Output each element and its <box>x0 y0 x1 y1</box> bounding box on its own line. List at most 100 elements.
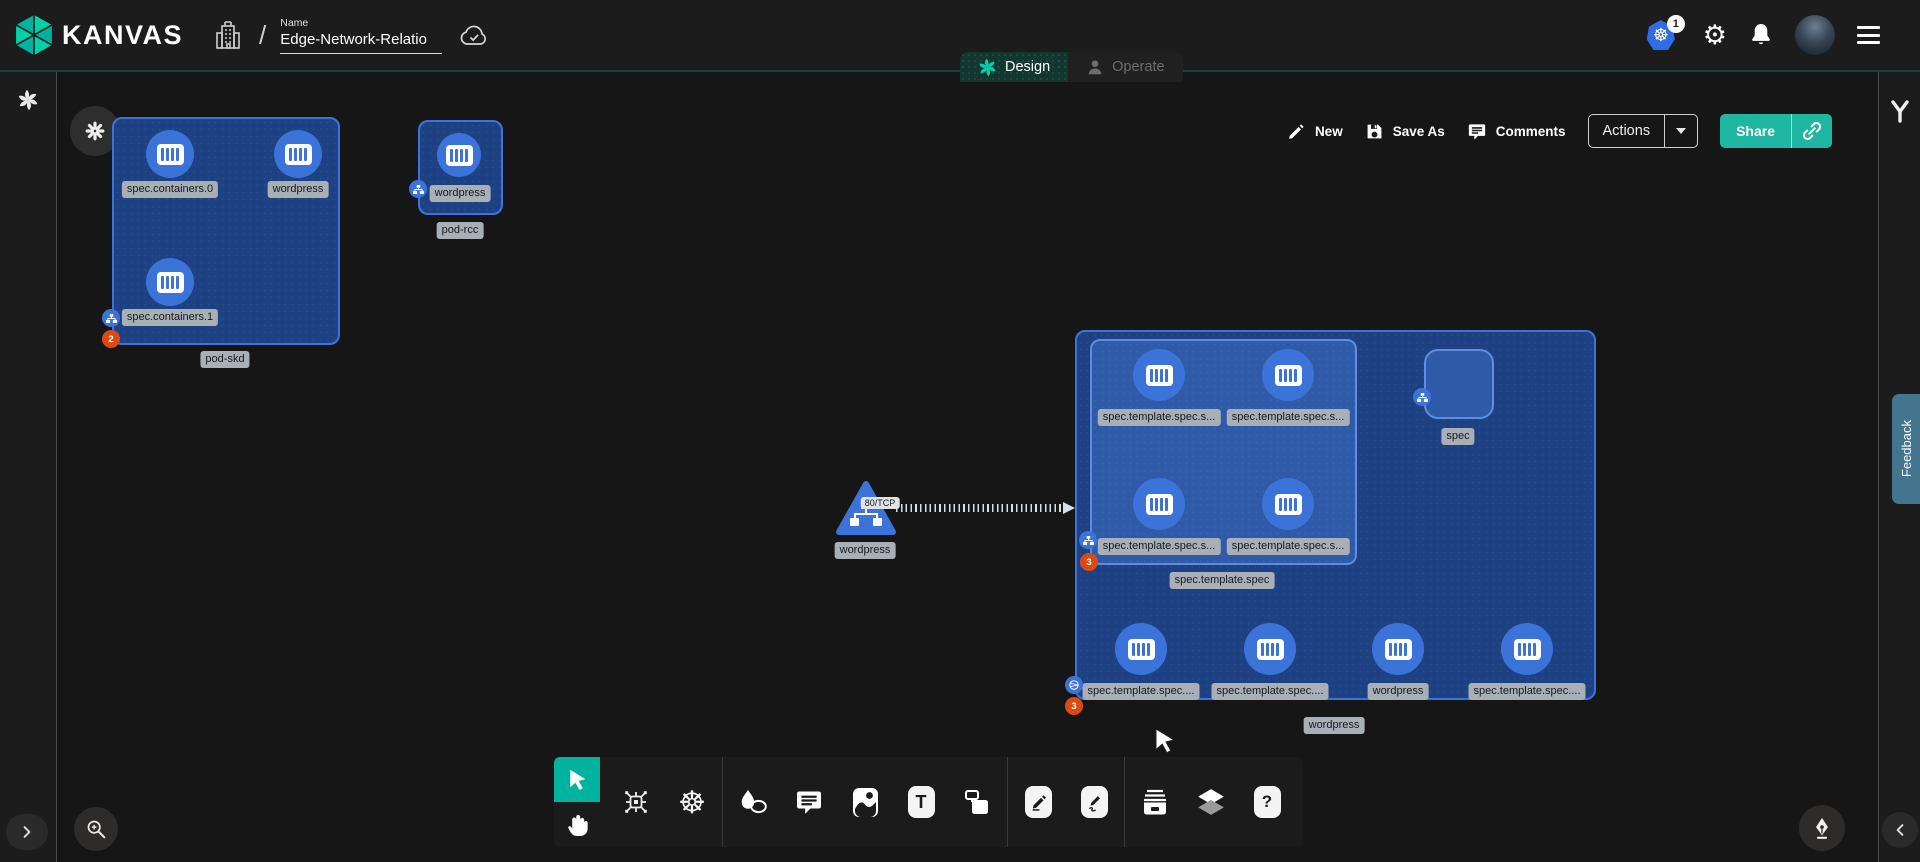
text-tool-icon: T <box>908 786 935 818</box>
design-canvas[interactable]: New Save As Comments Actions <box>57 72 1878 862</box>
note-tool[interactable] <box>951 757 1003 847</box>
circuit-icon <box>621 787 651 817</box>
container-icon <box>446 145 473 166</box>
workspace: Feedback <box>0 70 1920 860</box>
comments-label: Comments <box>1496 124 1566 139</box>
node-label: spec.template.spec.s... <box>1227 538 1350 555</box>
actions-dropdown-button[interactable]: Actions <box>1588 114 1699 148</box>
collapse-right-panel-button[interactable] <box>1882 812 1918 848</box>
hierarchy-badge[interactable] <box>102 309 120 327</box>
node-template-container[interactable] <box>1501 623 1553 675</box>
notifications-bell-icon[interactable] <box>1749 22 1773 48</box>
node-wordpress-container[interactable] <box>274 130 322 178</box>
components-tool[interactable] <box>610 757 662 847</box>
mesh-swirl-icon <box>1068 679 1080 691</box>
dock-separator <box>722 757 723 847</box>
node-template-container[interactable] <box>1115 623 1167 675</box>
service-label: wordpress <box>835 542 896 559</box>
node-template-container[interactable] <box>1133 478 1185 530</box>
zoom-search-button[interactable] <box>74 807 118 851</box>
node-template-container[interactable] <box>1262 349 1314 401</box>
drawer-tool[interactable] <box>1129 757 1181 847</box>
hand-icon <box>565 812 589 838</box>
node-spec-containers-1[interactable] <box>146 258 194 306</box>
group-label: pod-rcc <box>437 222 484 239</box>
name-label: Name <box>280 17 442 29</box>
user-avatar[interactable] <box>1795 15 1835 55</box>
share-button[interactable]: Share <box>1720 114 1832 148</box>
error-count-badge[interactable]: 3 <box>1080 553 1098 571</box>
help-tool[interactable]: ? <box>1241 757 1293 847</box>
save-as-button[interactable]: Save As <box>1365 122 1445 141</box>
node-template-container[interactable] <box>1133 349 1185 401</box>
copy-link-segment[interactable] <box>1791 114 1832 148</box>
expand-left-panel-button[interactable] <box>6 814 48 850</box>
pen-nib-icon <box>1811 816 1833 840</box>
node-wordpress-container[interactable] <box>437 133 481 177</box>
mouse-cursor <box>1152 727 1178 755</box>
kubernetes-context-button[interactable]: ☸ 1 <box>1647 17 1681 53</box>
comment-tool[interactable] <box>783 757 835 847</box>
annotate-pen-icon <box>1025 786 1052 818</box>
menu-hamburger-icon[interactable] <box>1857 26 1880 44</box>
node-template-container[interactable] <box>1262 478 1314 530</box>
tab-design-label: Design <box>1005 59 1050 75</box>
canvas-action-row: New Save As Comments Actions <box>1287 114 1832 148</box>
freehand-pencil-tool[interactable] <box>1068 757 1120 847</box>
kanvas-logo-icon[interactable] <box>14 14 54 56</box>
tab-operate-label: Operate <box>1112 59 1164 75</box>
image-tool[interactable] <box>839 757 891 847</box>
tab-design[interactable]: Design <box>960 52 1068 82</box>
node-label: spec.template.spec.... <box>1212 683 1329 700</box>
node-spec[interactable] <box>1424 349 1494 419</box>
dock-separator <box>1007 757 1008 847</box>
container-icon <box>285 144 312 165</box>
shapes-tool[interactable] <box>727 757 779 847</box>
error-count-badge[interactable]: 3 <box>1065 697 1083 715</box>
left-rail <box>0 72 57 862</box>
mode-tabs: Design Operate <box>960 52 1183 82</box>
layers-tool[interactable] <box>1185 757 1237 847</box>
service-edge[interactable] <box>896 504 1064 512</box>
container-icon <box>157 144 184 165</box>
kubernetes-wheel-icon: ☸ <box>678 787 706 818</box>
cursor-tool[interactable] <box>554 757 600 802</box>
kubernetes-tool[interactable]: ☸ <box>666 757 718 847</box>
sitemap-icon <box>413 185 424 194</box>
actions-label[interactable]: Actions <box>1589 115 1665 147</box>
actions-caret[interactable] <box>1664 115 1697 147</box>
feedback-tab[interactable]: Feedback <box>1892 394 1920 504</box>
hierarchy-badge[interactable] <box>409 180 427 198</box>
node-template-container[interactable] <box>1244 623 1296 675</box>
hierarchy-badge[interactable] <box>1413 388 1431 406</box>
tab-operate[interactable]: Operate <box>1068 52 1182 82</box>
container-icon <box>1128 639 1155 660</box>
design-name-field: Name Edge-Network-Relatio <box>280 17 442 54</box>
logo-text: KANVAS <box>62 20 183 51</box>
container-icon <box>1385 639 1412 660</box>
group-spec-template-spec[interactable] <box>1090 339 1357 565</box>
node-spec-containers-0[interactable] <box>146 130 194 178</box>
history-spiral-icon[interactable] <box>17 89 39 111</box>
comment-icon <box>1467 122 1487 141</box>
settings-gear-icon[interactable]: ⚙ <box>1703 22 1727 49</box>
pen-nib-button[interactable] <box>1799 805 1845 851</box>
wye-validator-icon[interactable] <box>1888 98 1912 124</box>
share-label[interactable]: Share <box>1720 114 1791 148</box>
chevron-left-icon <box>1892 822 1908 838</box>
mesh-badge[interactable] <box>1065 676 1083 694</box>
design-name-input[interactable]: Edge-Network-Relatio <box>280 31 442 54</box>
container-icon <box>1275 494 1302 515</box>
hierarchy-badge[interactable] <box>1079 531 1097 549</box>
dock-mode-column <box>554 757 600 847</box>
node-wordpress-container[interactable] <box>1372 623 1424 675</box>
text-tool[interactable]: T <box>895 757 947 847</box>
tool-dock: ☸ <box>554 757 1303 847</box>
sitemap-icon <box>1417 393 1428 402</box>
building-icon[interactable] <box>215 20 241 51</box>
comments-button[interactable]: Comments <box>1467 122 1566 141</box>
new-button[interactable]: New <box>1287 122 1343 141</box>
annotate-pen-tool[interactable] <box>1012 757 1064 847</box>
pan-tool[interactable] <box>554 802 600 847</box>
error-count-badge[interactable]: 2 <box>102 330 120 348</box>
